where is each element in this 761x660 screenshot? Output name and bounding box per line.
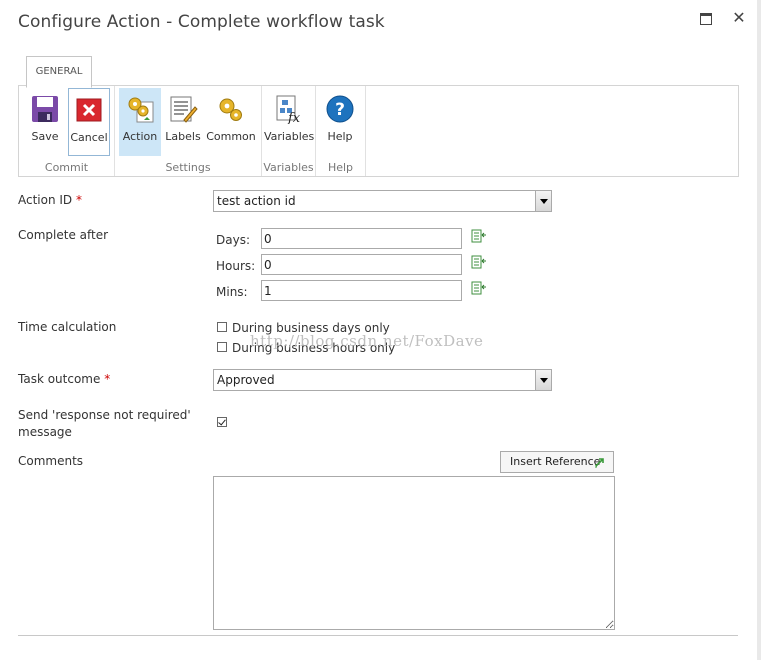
variables-fx-icon: fx xyxy=(276,95,301,124)
insert-lookup-icon[interactable] xyxy=(471,255,487,269)
insert-lookup-icon[interactable] xyxy=(471,229,487,243)
send-response-label: Send 'response not required' message xyxy=(18,407,191,441)
business-hours-checkbox[interactable] xyxy=(217,342,227,352)
variables-label: Variables xyxy=(264,130,315,143)
chevron-down-icon[interactable] xyxy=(535,191,551,211)
task-outcome-select[interactable]: Approved xyxy=(213,369,552,391)
comments-label: Comments xyxy=(18,454,84,468)
help-button[interactable]: ? Help xyxy=(320,88,360,156)
action-id-value: test action id xyxy=(217,194,296,208)
ribbon-group-settings: Action Labels Common Settings xyxy=(115,86,262,176)
dialog-title: Configure Action - Complete workflow tas… xyxy=(18,12,385,32)
mins-label: Mins: xyxy=(216,285,248,299)
action-gears-icon xyxy=(128,97,154,123)
action-button[interactable]: Action xyxy=(119,88,161,156)
hours-label: Hours: xyxy=(216,259,256,273)
task-outcome-value: Approved xyxy=(217,373,275,387)
divider xyxy=(18,635,738,636)
send-response-label-line2: message xyxy=(18,425,72,439)
labels-label: Labels xyxy=(165,130,201,143)
insert-lookup-icon[interactable] xyxy=(471,281,487,295)
save-icon xyxy=(32,96,58,122)
insert-reference-icon xyxy=(595,458,604,468)
maximize-icon[interactable] xyxy=(698,10,714,26)
insert-reference-button[interactable]: Insert Reference xyxy=(500,451,614,473)
task-outcome-label-text: Task outcome xyxy=(18,372,101,386)
send-response-label-line1: Send 'response not required' xyxy=(18,408,191,422)
chevron-down-icon[interactable] xyxy=(535,370,551,390)
send-response-checkbox[interactable] xyxy=(217,417,227,427)
labels-icon xyxy=(170,96,198,123)
common-button[interactable]: Common xyxy=(206,88,256,156)
watermark: http://blog.csdn.net/FoxDave xyxy=(250,332,484,350)
ribbon: Save Cancel Commit Action Labels Common … xyxy=(18,85,739,177)
ribbon-group-variables: fx Variables Variables xyxy=(262,86,316,176)
help-icon: ? xyxy=(326,95,354,123)
days-input[interactable] xyxy=(261,228,462,249)
task-outcome-label: Task outcome * xyxy=(18,372,110,386)
save-label: Save xyxy=(31,130,59,143)
cancel-label: Cancel xyxy=(70,131,108,144)
cancel-icon xyxy=(76,98,102,122)
group-label-settings: Settings xyxy=(165,161,211,174)
tab-general[interactable]: GENERAL xyxy=(26,56,92,88)
business-days-checkbox[interactable] xyxy=(217,322,227,332)
variables-button[interactable]: fx Variables xyxy=(264,88,315,156)
cancel-button[interactable]: Cancel xyxy=(68,88,110,156)
group-label-help: Help xyxy=(327,161,354,174)
action-id-label: Action ID * xyxy=(18,193,82,207)
required-mark: * xyxy=(104,372,111,386)
help-label: Help xyxy=(327,130,353,143)
close-icon[interactable]: ✕ xyxy=(731,10,747,26)
common-label: Common xyxy=(206,130,256,143)
insert-reference-label: Insert Reference xyxy=(510,455,601,468)
vertical-scrollbar[interactable] xyxy=(757,0,761,660)
hours-input[interactable] xyxy=(261,254,462,275)
comments-textarea[interactable] xyxy=(213,476,615,630)
action-id-label-text: Action ID xyxy=(18,193,73,207)
group-label-commit: Commit xyxy=(44,161,89,174)
ribbon-group-commit: Save Cancel Commit xyxy=(19,86,115,176)
labels-button[interactable]: Labels xyxy=(163,88,203,156)
group-label-variables: Variables xyxy=(263,161,314,174)
ribbon-group-help: ? Help Help xyxy=(316,86,366,176)
complete-after-label: Complete after xyxy=(18,228,109,242)
svg-text:fx: fx xyxy=(287,111,301,124)
action-label: Action xyxy=(122,130,158,143)
time-calculation-label: Time calculation xyxy=(18,320,117,334)
required-mark: * xyxy=(76,193,83,207)
days-label: Days: xyxy=(216,233,250,247)
action-id-select[interactable]: test action id xyxy=(213,190,552,212)
svg-text:?: ? xyxy=(335,100,345,120)
save-button[interactable]: Save xyxy=(25,88,65,156)
common-gears-icon xyxy=(219,98,242,121)
mins-input[interactable] xyxy=(261,280,462,301)
